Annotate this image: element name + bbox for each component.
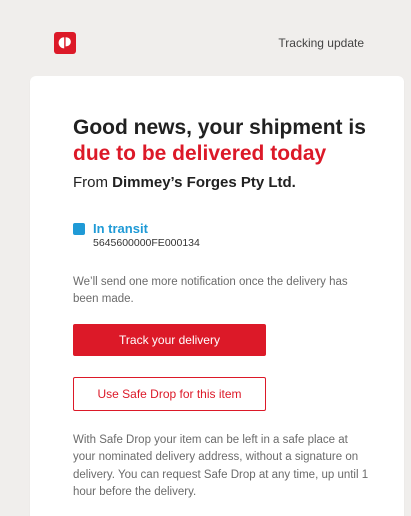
- safe-drop-button[interactable]: Use Safe Drop for this item: [73, 377, 266, 411]
- headline: Good news, your shipment is due to be de…: [73, 115, 383, 167]
- safe-drop-info: With Safe Drop your item can be left in …: [73, 434, 369, 498]
- track-delivery-button[interactable]: Track your delivery: [73, 324, 266, 356]
- notification-notice: We’ll send one more notification once th…: [73, 276, 348, 305]
- headline-accent: due to be delivered today: [73, 142, 327, 165]
- sender-line: From Dimmey’s Forges Pty Ltd.: [73, 174, 296, 191]
- message-card: Good news, your shipment is due to be de…: [30, 76, 404, 516]
- email-page: Tracking update Good news, your shipment…: [0, 0, 411, 516]
- australia-post-logo-icon: [54, 32, 76, 54]
- sender-prefix: From: [73, 174, 113, 191]
- tracking-number: 5645600000FE000134: [93, 237, 200, 249]
- header-title: Tracking update: [278, 36, 364, 50]
- status-label: In transit: [93, 221, 148, 236]
- status-square-icon: [73, 222, 85, 235]
- status-row: In transit: [73, 221, 200, 236]
- email-header: Tracking update: [54, 28, 364, 58]
- headline-line: Good news, your shipment is: [73, 116, 366, 139]
- sender-name: Dimmey’s Forges Pty Ltd.: [112, 174, 296, 191]
- shipment-status: In transit 5645600000FE000134: [73, 221, 200, 249]
